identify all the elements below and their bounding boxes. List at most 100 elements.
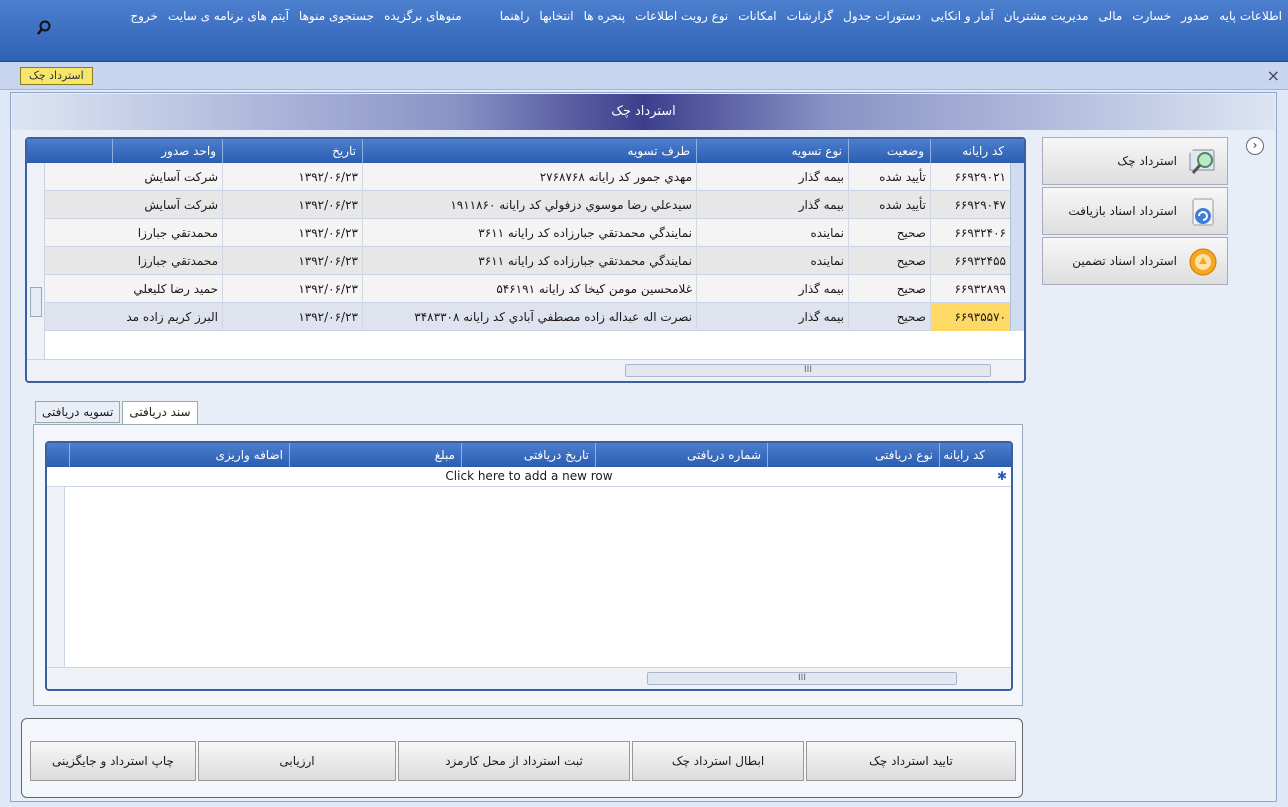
cell-unit: محمدتقي جبارزا bbox=[27, 247, 222, 275]
menu-item-help[interactable]: راهنما bbox=[500, 6, 530, 26]
col-header-settle-type[interactable]: نوع تسویه bbox=[696, 139, 848, 163]
menu-items: اطلاعات پایه صدور خسارت مالی مدیریت مشتر… bbox=[102, 6, 1282, 26]
col-header-overpayment[interactable]: اضافه واریزی bbox=[69, 443, 289, 467]
cell-unit: البرز كريم زاده مد bbox=[27, 303, 222, 331]
add-new-row[interactable]: Click here to add a new row ✱ bbox=[47, 467, 1011, 487]
cell-date: ۱۳۹۲/۰۶/۲۳ bbox=[222, 247, 362, 275]
cell-date: ۱۳۹۲/۰۶/۲۳ bbox=[222, 219, 362, 247]
menu-item-stats[interactable]: آمار و انکایی bbox=[931, 6, 994, 26]
check-grid-hscroll[interactable]: III bbox=[27, 359, 1024, 381]
new-row-star-icon: ✱ bbox=[996, 469, 1007, 483]
row-indicator[interactable] bbox=[1010, 219, 1024, 247]
col-header-code[interactable]: کد رایانه bbox=[939, 443, 991, 467]
menu-item-facilities[interactable]: امکانات bbox=[738, 6, 776, 26]
tab-received-settlement[interactable]: تسویه دریافتی bbox=[35, 401, 121, 423]
guarantee-icon bbox=[1189, 248, 1217, 276]
received-doc-grid-vscroll[interactable] bbox=[47, 487, 65, 669]
row-indicator[interactable] bbox=[1010, 275, 1024, 303]
tab-check-return[interactable]: استرداد چک bbox=[20, 67, 93, 85]
cell-unit: حميد رضا كليعلي bbox=[27, 275, 222, 303]
row-indicator[interactable] bbox=[1010, 247, 1024, 275]
cell-party: نصرت اله عبداله زاده مصطفي آبادي كد رايا… bbox=[362, 303, 696, 331]
menu-item-customers[interactable]: مدیریت مشتریان bbox=[1004, 6, 1089, 26]
main-panel: استرداد چک کد رایانه وضعیت نوع تسویه طرف… bbox=[10, 92, 1277, 802]
col-header-party[interactable]: طرف تسویه bbox=[362, 139, 696, 163]
side-item-guarantee-docs[interactable]: استرداد اسناد تضمین bbox=[1042, 237, 1228, 285]
cell-unit: محمدتقي جبارزا bbox=[27, 219, 222, 247]
check-grid-header: کد رایانه وضعیت نوع تسویه طرف تسویه تاری… bbox=[27, 139, 1024, 163]
row-indicator[interactable] bbox=[1010, 303, 1024, 331]
received-doc-grid-header: کد رایانه نوع دریافتی شماره دریافتی تاری… bbox=[47, 443, 1011, 467]
fee-return-button[interactable]: ثبت استرداد از محل کارمزد bbox=[398, 741, 630, 781]
menu-item-reports[interactable]: گزارشات bbox=[787, 6, 833, 26]
cell-party: غلامحسين مومن كيخا كد رايانه ۵۴۶۱۹۱ bbox=[362, 275, 696, 303]
tab-received-doc[interactable]: سند دریافتی bbox=[122, 401, 198, 425]
menu-item-view-type[interactable]: نوع رویت اطلاعات bbox=[635, 6, 728, 26]
col-header-date[interactable]: تاریخ bbox=[222, 139, 362, 163]
evaluate-button[interactable]: ارزیابی bbox=[198, 741, 396, 781]
vscroll-thumb[interactable] bbox=[30, 287, 42, 317]
hscroll-thumb[interactable]: III bbox=[647, 672, 957, 685]
cell-code: ۶۶۹۲۹۰۴۷ bbox=[930, 191, 1010, 219]
document-tab-strip: استرداد چک × bbox=[0, 62, 1288, 90]
collapse-panel-button[interactable]: › bbox=[1246, 137, 1264, 155]
menu-item-favorites[interactable]: منوهای برگزیده bbox=[384, 6, 462, 26]
cell-code: ۶۶۹۳۵۵۷۰ bbox=[930, 303, 1010, 331]
cell-unit: شرکت آسایش bbox=[27, 163, 222, 191]
side-item-label: استرداد چک bbox=[1117, 154, 1177, 168]
cell-code: ۶۶۹۳۲۴۵۵ bbox=[930, 247, 1010, 275]
cell-date: ۱۳۹۲/۰۶/۲۳ bbox=[222, 275, 362, 303]
cell-settle-type: بیمه گذار bbox=[696, 275, 848, 303]
side-item-recovery-docs[interactable]: استرداد اسناد بازیافت bbox=[1042, 187, 1228, 235]
menu-item-exit[interactable]: خروج bbox=[130, 6, 158, 26]
col-header-amount[interactable]: مبلغ bbox=[289, 443, 461, 467]
table-row[interactable]: ۶۶۹۲۹۰۲۱ تأیید شده بیمه گذار مهدي جمور كد ر… bbox=[27, 163, 1024, 191]
menu-item-issue[interactable]: صدور bbox=[1181, 6, 1209, 26]
table-row[interactable]: ۶۶۹۳۲۴۰۶ صحیح نماینده نمايندگي محمدتقي جبار… bbox=[27, 219, 1024, 247]
menu-item-base-info[interactable]: اطلاعات پایه bbox=[1219, 6, 1282, 26]
check-grid-vscroll[interactable] bbox=[27, 163, 45, 361]
page-title: استرداد چک bbox=[12, 94, 1275, 130]
cell-party: مهدي جمور كد رايانه ۲۷۶۸۷۶۸ bbox=[362, 163, 696, 191]
row-indicator[interactable] bbox=[1010, 191, 1024, 219]
cell-date: ۱۳۹۲/۰۶/۲۳ bbox=[222, 303, 362, 331]
cancel-return-button[interactable]: ابطال استرداد چک bbox=[632, 741, 804, 781]
cell-code: ۶۶۹۳۲۴۰۶ bbox=[930, 219, 1010, 247]
row-indicator[interactable] bbox=[1010, 163, 1024, 191]
table-row[interactable]: ۶۶۹۲۹۰۴۷ تأیید شده بیمه گذار سیدعلي رضا موس… bbox=[27, 191, 1024, 219]
menu-item-finance[interactable]: مالی bbox=[1099, 6, 1123, 26]
search-icon[interactable] bbox=[36, 20, 52, 36]
col-header-code[interactable]: کد رایانه bbox=[930, 139, 1010, 163]
menu-bar: اطلاعات پایه صدور خسارت مالی مدیریت مشتر… bbox=[0, 0, 1288, 62]
table-row[interactable]: ۶۶۹۳۵۵۷۰ صحیح بیمه گذار نصرت اله عبداله زاد… bbox=[27, 303, 1024, 331]
cell-party: نمايندگي محمدتقي جبارزاده كد رايانه ۳۶۱۱ bbox=[362, 219, 696, 247]
col-header-receipt-date[interactable]: تاریخ دریافتی bbox=[461, 443, 595, 467]
col-header-status[interactable]: وضعیت bbox=[848, 139, 930, 163]
menu-item-windows[interactable]: پنجره ها bbox=[584, 6, 625, 26]
col-header-receipt-number[interactable]: شماره دریافتی bbox=[595, 443, 767, 467]
menu-item-table-commands[interactable]: دستورات جدول bbox=[843, 6, 921, 26]
cell-settle-type: بیمه گذار bbox=[696, 191, 848, 219]
menu-item-site-items[interactable]: آیتم های برنامه ی سایت bbox=[168, 6, 289, 26]
table-row[interactable]: ۶۶۹۳۲۴۵۵ صحیح نماینده نمايندگي محمدتقي جبار… bbox=[27, 247, 1024, 275]
col-header-receipt-type[interactable]: نوع دریافتی bbox=[767, 443, 939, 467]
cell-code: ۶۶۹۳۲۸۹۹ bbox=[930, 275, 1010, 303]
menu-item-claims[interactable]: خسارت bbox=[1132, 6, 1171, 26]
col-header-unit[interactable]: واحد صدور bbox=[112, 139, 222, 163]
table-row[interactable]: ۶۶۹۳۲۸۹۹ صحیح بیمه گذار غلامحسين مومن كيخا … bbox=[27, 275, 1024, 303]
side-item-label: استرداد اسناد تضمین bbox=[1072, 254, 1177, 268]
hscroll-thumb[interactable]: III bbox=[625, 364, 991, 377]
received-doc-grid-hscroll[interactable]: III bbox=[47, 667, 1011, 689]
menu-item-selections[interactable]: انتخابها bbox=[539, 6, 573, 26]
side-item-check-return[interactable]: استرداد چک bbox=[1042, 137, 1228, 185]
cell-date: ۱۳۹۲/۰۶/۲۳ bbox=[222, 191, 362, 219]
confirm-return-button[interactable]: تایید استرداد چک bbox=[806, 741, 1016, 781]
cell-status: صحیح bbox=[848, 303, 930, 331]
received-doc-grid: کد رایانه نوع دریافتی شماره دریافتی تاری… bbox=[45, 441, 1013, 691]
cell-date: ۱۳۹۲/۰۶/۲۳ bbox=[222, 163, 362, 191]
cell-status: تأیید شده bbox=[848, 191, 930, 219]
menu-item-search[interactable]: جستجوی منوها bbox=[299, 6, 374, 26]
cell-party: نمايندگي محمدتقي جبارزاده كد رايانه ۳۶۱۱ bbox=[362, 247, 696, 275]
print-replace-button[interactable]: چاپ استرداد و جایگزینی bbox=[30, 741, 196, 781]
close-icon[interactable]: × bbox=[1267, 66, 1280, 85]
